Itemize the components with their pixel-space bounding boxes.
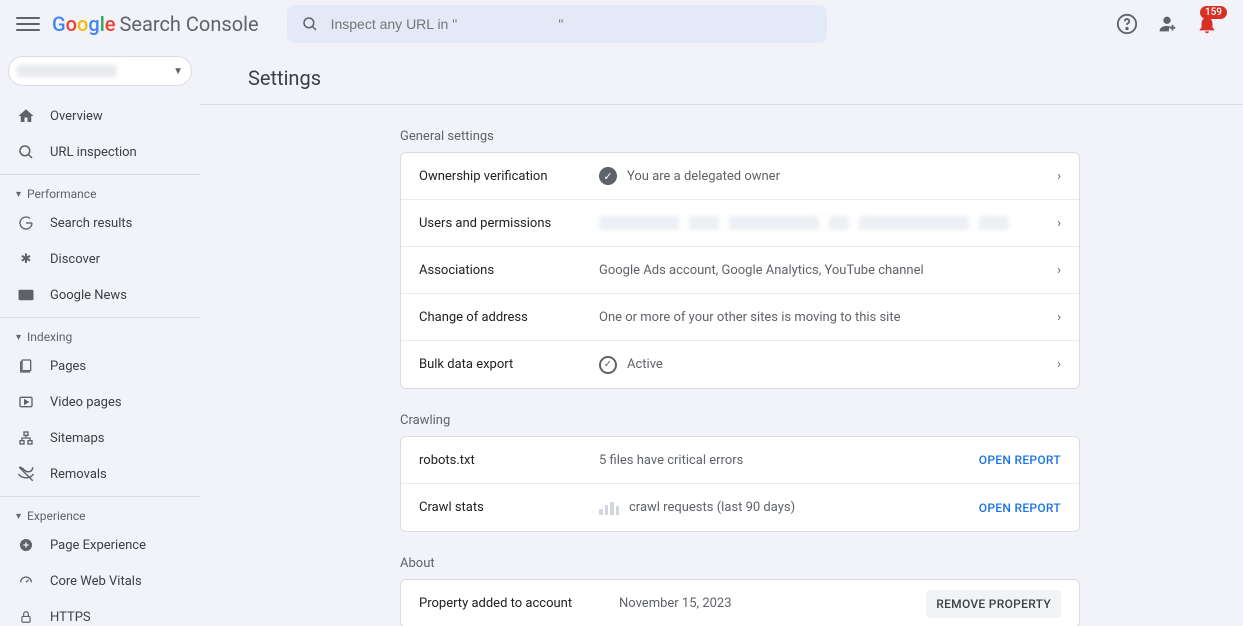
chevron-right-icon: › [1057,263,1061,278]
sidebar-item-label: Core Web Vitals [50,574,142,589]
chevron-right-icon: › [1057,169,1061,184]
general-settings-card: Ownership verification ✓You are a delega… [400,152,1080,389]
property-selector[interactable]: ▼ [8,56,192,86]
google-g-icon [16,215,36,231]
remove-property-button[interactable]: REMOVE PROPERTY [926,590,1061,618]
sidebar-group-indexing[interactable]: ▾Indexing [0,322,200,348]
removals-icon [16,465,36,483]
row-change-of-address[interactable]: Change of address One or more of your ot… [401,294,1079,341]
sidebar-item-label: Google News [50,288,127,303]
product-name: Search Console [120,12,259,36]
row-ownership-verification[interactable]: Ownership verification ✓You are a delega… [401,153,1079,200]
row-users-permissions[interactable]: Users and permissions › [401,200,1079,247]
crawling-card: robots.txt 5 files have critical errors … [400,436,1080,532]
row-robots-txt[interactable]: robots.txt 5 files have critical errors … [401,437,1079,484]
sidebar-item-label: Video pages [50,395,122,410]
sidebar-item-discover[interactable]: ✱ Discover [0,241,200,277]
check-icon: ✓ [599,167,617,185]
sidebar-item-google-news[interactable]: Google News [0,277,200,313]
lock-icon [16,609,36,625]
video-icon [16,394,36,410]
speed-icon [16,573,36,589]
section-label-crawling: Crawling [400,413,1243,428]
section-label-about: About [400,556,1243,571]
sidebar-item-pages[interactable]: Pages [0,348,200,384]
sidebar-item-label: URL inspection [50,145,137,160]
menu-icon[interactable] [16,12,40,36]
crawl-sparkline-icon [599,501,619,515]
url-inspect-search[interactable] [287,5,827,43]
share-access-icon[interactable] [1147,4,1187,44]
sitemaps-icon [16,430,36,446]
help-icon[interactable] [1107,4,1147,44]
plus-circle-icon [16,537,36,553]
open-report-link[interactable]: OPEN REPORT [979,453,1061,467]
check-outline-icon: ✓ [599,356,617,374]
page-title: Settings [248,66,1243,90]
sidebar-item-https[interactable]: HTTPS [0,599,200,626]
sidebar-item-url-inspection[interactable]: URL inspection [0,134,200,170]
about-card: Property added to account November 15, 2… [400,579,1080,626]
sidebar-item-page-experience[interactable]: Page Experience [0,527,200,563]
search-icon [16,143,36,161]
chevron-right-icon: › [1057,357,1061,372]
sidebar-group-experience[interactable]: ▾Experience [0,501,200,527]
search-icon [301,15,319,33]
chevron-right-icon: › [1057,310,1061,325]
sidebar-item-sitemaps[interactable]: Sitemaps [0,420,200,456]
notification-badge: 159 [1200,6,1227,19]
product-logo[interactable]: Google Search Console [52,12,259,36]
row-bulk-data-export[interactable]: Bulk data export ✓Active › [401,341,1079,388]
sidebar-item-label: Search results [50,216,132,231]
sidebar-item-removals[interactable]: Removals [0,456,200,492]
row-property-added: Property added to account November 15, 2… [401,580,1079,626]
sidebar-item-label: Pages [50,359,86,374]
sidebar-item-label: Page Experience [50,538,146,553]
url-inspect-input[interactable] [331,16,813,32]
sidebar-item-video-pages[interactable]: Video pages [0,384,200,420]
row-associations[interactable]: Associations Google Ads account, Google … [401,247,1079,294]
home-icon [16,107,36,125]
sidebar-item-label: Discover [50,252,100,267]
row-crawl-stats[interactable]: Crawl stats crawl requests (last 90 days… [401,484,1079,531]
asterisk-icon: ✱ [16,252,36,267]
chevron-down-icon: ▼ [173,66,183,77]
chevron-right-icon: › [1057,216,1061,231]
sidebar-item-overview[interactable]: Overview [0,98,200,134]
main-content: Settings General settings Ownership veri… [200,48,1243,626]
app-header: Google Search Console 159 [0,0,1243,48]
notifications-icon[interactable]: 159 [1187,4,1227,44]
sidebar-item-label: Sitemaps [50,431,105,446]
news-icon [16,288,36,302]
open-report-link[interactable]: OPEN REPORT [979,501,1061,515]
sidebar-item-label: HTTPS [50,610,91,625]
sidebar-item-label: Overview [50,109,103,124]
sidebar-item-search-results[interactable]: Search results [0,205,200,241]
pages-icon [16,358,36,374]
sidebar-group-performance[interactable]: ▾Performance [0,179,200,205]
sidebar: ▼ Overview URL inspection ▾Performance S… [0,48,200,626]
sidebar-item-core-web-vitals[interactable]: Core Web Vitals [0,563,200,599]
sidebar-item-label: Removals [50,467,107,482]
section-label-general: General settings [400,129,1243,144]
